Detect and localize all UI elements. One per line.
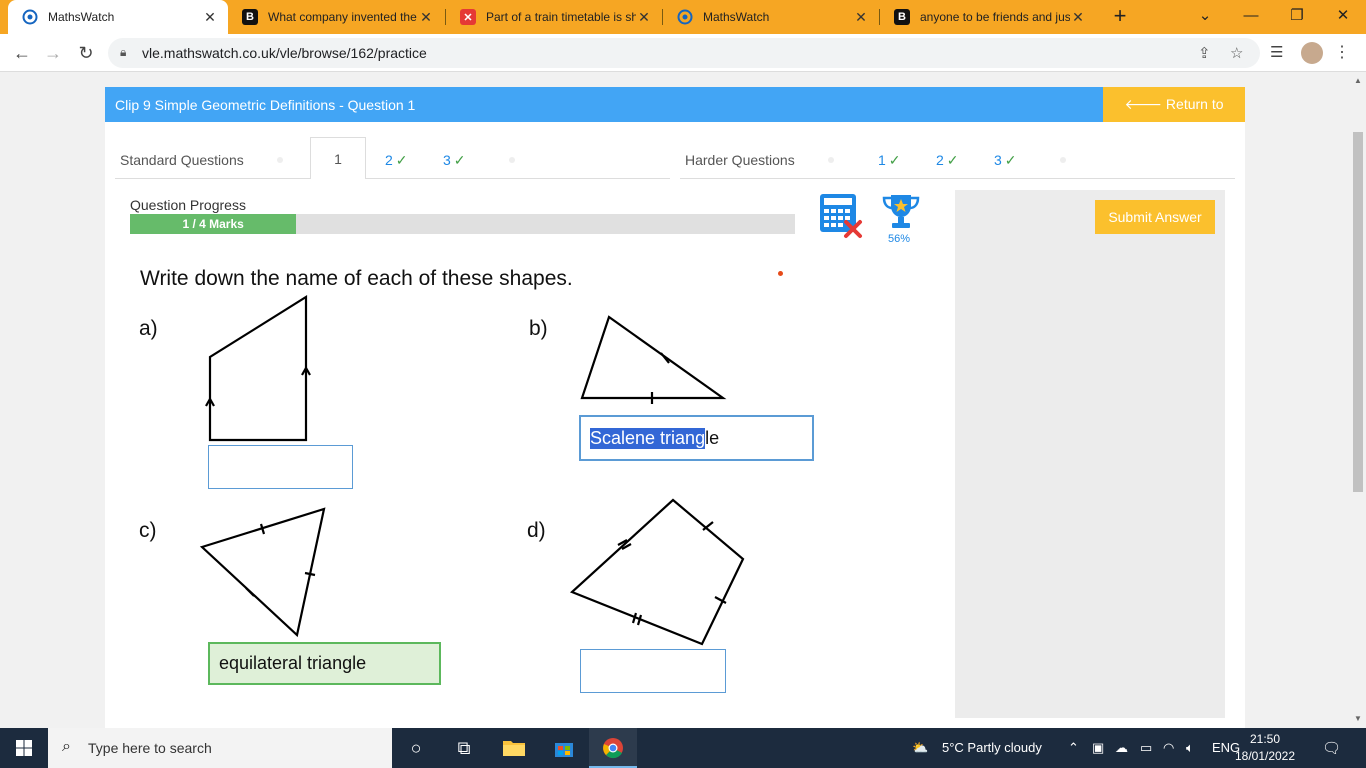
system-clock[interactable]: 21:50 18/01/2022 (1232, 731, 1298, 765)
close-icon[interactable]: ✕ (853, 9, 869, 26)
answer-input-b[interactable]: Scalene triang le (579, 415, 814, 461)
checkmark-icon: ✓ (1004, 152, 1017, 168)
bookmark-star-icon[interactable]: ☆ (1230, 44, 1243, 62)
meet-now-icon[interactable]: ▣ (1092, 728, 1104, 768)
tab-search-chevron-icon[interactable]: ⌄ (1182, 0, 1228, 34)
search-placeholder: Type here to search (88, 740, 212, 756)
browser-tab-brainly-1[interactable]: B What company invented the ✕ (228, 0, 444, 34)
answer-input-a[interactable] (208, 445, 353, 489)
x-icon: ✕ (460, 9, 476, 25)
file-explorer-icon[interactable] (490, 728, 538, 768)
side-pane: Submit Answer (955, 190, 1225, 718)
taskbar-search-input[interactable]: ⌕ Type here to search (48, 728, 392, 768)
shapes-diagram (199, 295, 745, 646)
clock-time: 21:50 (1249, 732, 1281, 746)
parallel-marks (205, 365, 311, 407)
close-icon[interactable]: ✕ (418, 9, 434, 26)
answer-input-c[interactable]: equilateral triangle (208, 642, 441, 685)
browser-tab-x[interactable]: ✕ Part of a train timetable is sh ✕ (446, 0, 662, 34)
shape-a-trapezium (208, 295, 308, 442)
reading-list-icon[interactable]: ☰ (1270, 43, 1283, 61)
windows-start-button[interactable] (0, 728, 48, 768)
notification-icon[interactable]: 🗨︎ (1322, 739, 1341, 757)
answer-input-d[interactable] (580, 649, 726, 693)
onedrive-icon[interactable]: ☁ (1115, 728, 1128, 768)
question-panel: Clip 9 Simple Geometric Definitions - Qu… (105, 87, 1245, 737)
shape-d-kite (569, 498, 745, 646)
clock-date: 18/01/2022 (1234, 749, 1296, 763)
mathswatch-icon (22, 9, 38, 25)
windows-logo-icon (16, 740, 32, 756)
dot-icon (1060, 157, 1066, 163)
address-bar[interactable]: 🔒︎ vle.mathswatch.co.uk/vle/browse/162/p… (108, 38, 1260, 68)
checkmark-icon: ✓ (946, 152, 959, 168)
restore-button[interactable]: ❐ (1274, 0, 1320, 34)
close-icon[interactable]: ✕ (202, 9, 218, 26)
browser-tab-brainly-2[interactable]: B anyone to be friends and jus ✕ (880, 0, 1096, 34)
tick-marks (617, 521, 727, 626)
browser-tab-mathswatch-2[interactable]: MathsWatch ✕ (663, 0, 879, 34)
scrollbar-thumb[interactable] (1353, 132, 1363, 492)
wifi-icon[interactable]: ◠ (1163, 728, 1174, 768)
taskbar: ⌕ Type here to search ○ ⧉ ⛅ 5°C Partly c… (0, 728, 1366, 768)
tab-title: What company invented the (268, 10, 417, 24)
shape-b-triangle (580, 315, 727, 400)
share-icon[interactable]: ⇪ (1198, 44, 1211, 62)
browser-toolbar: ← → ↻ 🔒︎ vle.mathswatch.co.uk/vle/browse… (0, 34, 1366, 72)
tab-title: MathsWatch (48, 10, 115, 24)
chevron-up-icon[interactable]: ⌃ (1068, 728, 1079, 768)
tick-marks (650, 352, 670, 404)
chrome-icon[interactable] (589, 728, 637, 768)
minimize-button[interactable]: — (1228, 0, 1274, 34)
weather-icon[interactable]: ⛅ (912, 728, 928, 768)
tab-harder-2[interactable]: 2 ✓ (936, 152, 959, 169)
store-icon[interactable] (540, 728, 588, 768)
back-button[interactable]: ← (9, 40, 35, 66)
battery-icon[interactable]: ▭ (1140, 728, 1152, 768)
page-scrollbar[interactable]: ▲ ▼ (1350, 72, 1366, 728)
forward-button[interactable]: → (40, 40, 66, 66)
close-icon[interactable]: ✕ (636, 9, 652, 26)
brainly-icon: B (894, 9, 910, 25)
search-icon: ⌕ (62, 738, 71, 755)
brainly-icon: B (242, 9, 258, 25)
scroll-down-icon[interactable]: ▼ (1354, 714, 1362, 723)
tick-marks (245, 523, 316, 597)
tab-harder-3[interactable]: 3 ✓ (994, 152, 1017, 169)
scroll-up-icon[interactable]: ▲ (1354, 76, 1362, 85)
input-text: le (705, 427, 720, 448)
arrow-left-icon: 🡐 (1124, 96, 1166, 112)
new-tab-button[interactable]: + (1108, 5, 1132, 29)
weather-text[interactable]: 5°C Partly cloudy (942, 728, 1042, 768)
reload-button[interactable]: ↻ (73, 40, 99, 66)
submit-answer-button[interactable]: Submit Answer (1095, 200, 1215, 234)
task-view-icon[interactable]: ⧉ (440, 728, 488, 768)
close-window-button[interactable]: ✕ (1320, 0, 1366, 34)
cortana-icon[interactable]: ○ (392, 728, 440, 768)
mathswatch-icon (677, 9, 693, 25)
url-text: vle.mathswatch.co.uk/vle/browse/162/prac… (142, 45, 427, 61)
tab-title: Part of a train timetable is sh (486, 10, 636, 24)
browser-tab-strip: MathsWatch ✕ B What company invented the… (0, 0, 1366, 34)
avatar[interactable] (1301, 42, 1323, 64)
tab-label: 3 (994, 152, 1002, 168)
selected-text: Scalene triang (590, 427, 706, 449)
page-viewport: Clip 9 Simple Geometric Definitions - Qu… (0, 72, 1350, 737)
volume-icon[interactable]: 🔈︎ (1186, 728, 1194, 768)
menu-kebab-icon[interactable]: ⋮ (1334, 42, 1350, 62)
lock-icon: 🔒︎ (120, 45, 127, 59)
return-to-videos-button[interactable]: 🡐 Return to Videos (1103, 87, 1245, 147)
browser-tab-mathswatch[interactable]: MathsWatch ✕ (8, 0, 228, 34)
tab-title: MathsWatch (703, 10, 770, 24)
close-icon[interactable]: ✕ (1070, 9, 1086, 26)
tab-label: 2 (936, 152, 944, 168)
tab-title: anyone to be friends and jus (920, 10, 1070, 24)
